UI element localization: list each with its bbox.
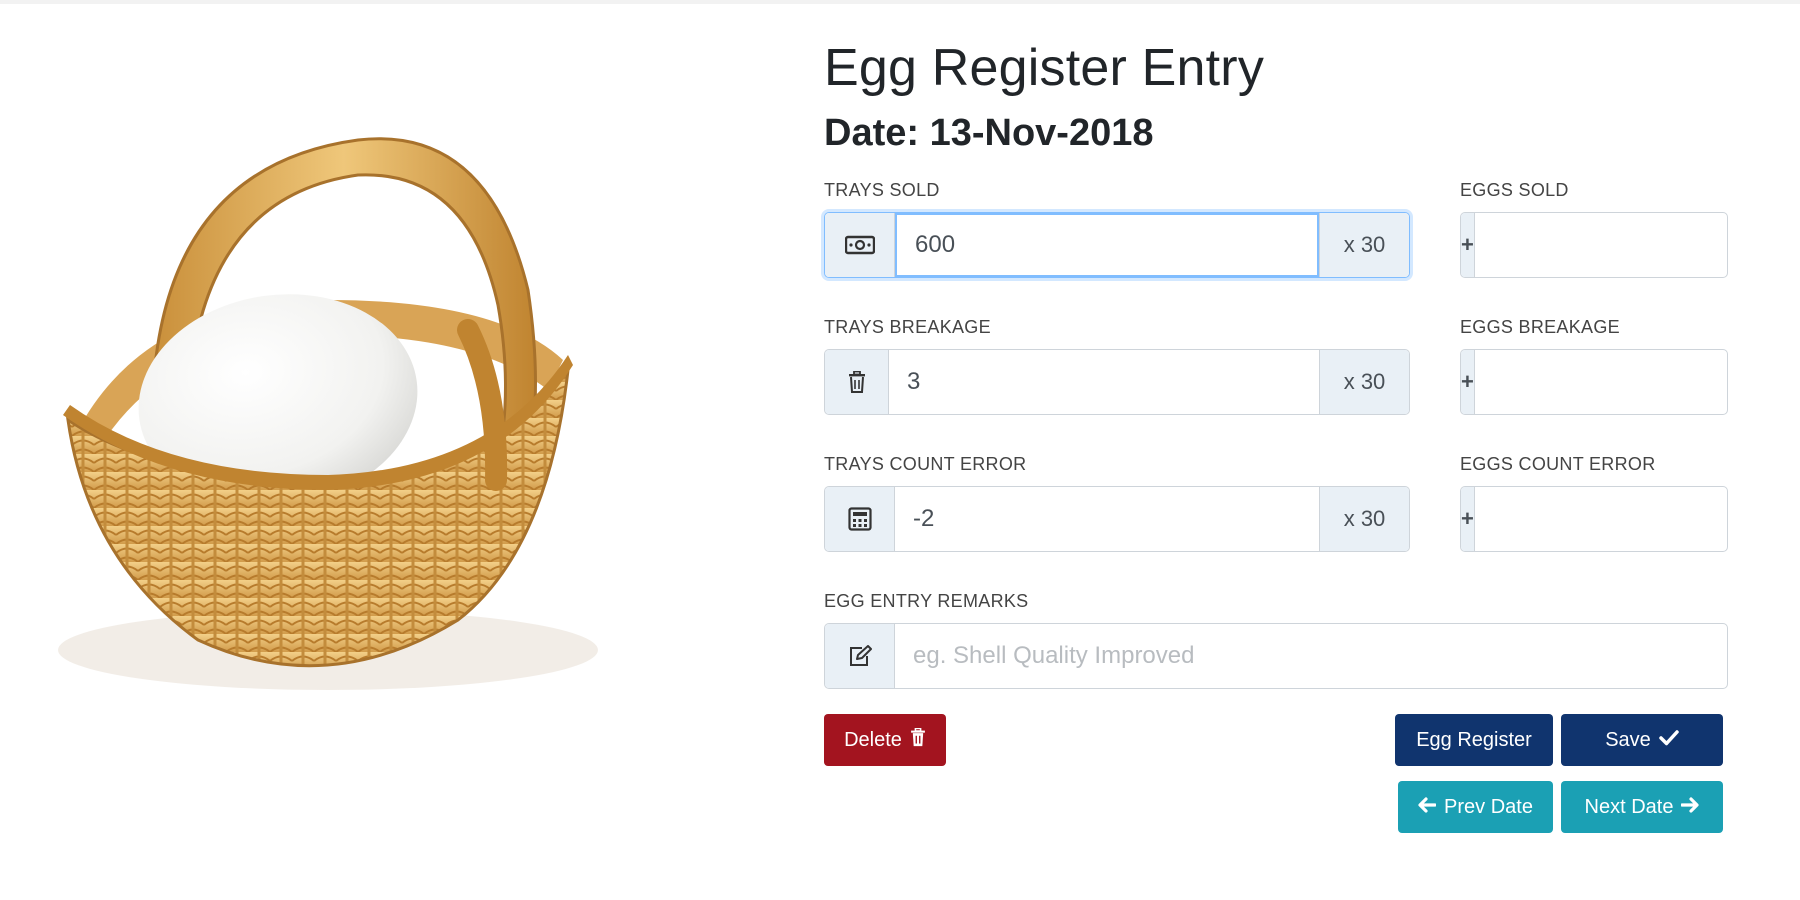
edit-icon bbox=[825, 624, 895, 688]
trash-icon bbox=[825, 350, 889, 414]
trays-sold-input[interactable] bbox=[895, 213, 1319, 277]
next-date-button[interactable]: Next Date bbox=[1561, 781, 1723, 833]
trays-breakage-multiplier: x 30 bbox=[1319, 350, 1409, 414]
trays-breakage-input[interactable] bbox=[889, 350, 1319, 414]
trays-count-error-input[interactable] bbox=[895, 487, 1319, 551]
entry-date: Date: 13-Nov-2018 bbox=[824, 112, 1154, 154]
checkmark-icon bbox=[1659, 729, 1679, 752]
save-button-label: Save bbox=[1605, 728, 1651, 751]
remarks-group bbox=[824, 623, 1728, 689]
trays-count-error-group: x 30 bbox=[824, 486, 1410, 552]
trays-breakage-label: TRAYS BREAKAGE bbox=[824, 317, 991, 337]
eggs-breakage-input[interactable] bbox=[1474, 350, 1727, 414]
save-button[interactable]: Save bbox=[1561, 714, 1723, 766]
plus-icon: + bbox=[1461, 350, 1475, 414]
trays-count-error-multiplier: x 30 bbox=[1319, 487, 1409, 551]
trash-icon bbox=[910, 727, 926, 753]
egg-register-button-label: Egg Register bbox=[1416, 728, 1532, 751]
eggs-sold-label: EGGS SOLD bbox=[1460, 180, 1569, 200]
delete-button-label: Delete bbox=[844, 728, 902, 751]
eggs-sold-input[interactable] bbox=[1474, 213, 1727, 277]
remarks-input[interactable] bbox=[895, 624, 1727, 688]
plus-icon: + bbox=[1461, 213, 1475, 277]
remarks-label: EGG ENTRY REMARKS bbox=[824, 591, 1029, 611]
trays-breakage-group: x 30 bbox=[824, 349, 1410, 415]
eggs-count-error-input[interactable] bbox=[1474, 487, 1727, 551]
trays-sold-multiplier: x 30 bbox=[1319, 213, 1409, 277]
plus-icon: + bbox=[1461, 487, 1475, 551]
egg-register-button[interactable]: Egg Register bbox=[1395, 714, 1553, 766]
delete-button[interactable]: Delete bbox=[824, 714, 946, 766]
page-title: Egg Register Entry bbox=[824, 39, 1265, 97]
trays-count-error-label: TRAYS COUNT ERROR bbox=[824, 454, 1027, 474]
eggs-count-error-group: + bbox=[1460, 486, 1728, 552]
arrow-right-icon bbox=[1680, 796, 1700, 819]
eggs-sold-group: + bbox=[1460, 212, 1728, 278]
money-icon bbox=[825, 213, 895, 277]
eggs-breakage-group: + bbox=[1460, 349, 1728, 415]
eggs-count-error-label: EGGS COUNT ERROR bbox=[1460, 454, 1656, 474]
trays-sold-label: TRAYS SOLD bbox=[824, 180, 940, 200]
arrow-left-icon bbox=[1418, 796, 1437, 819]
prev-date-button[interactable]: Prev Date bbox=[1398, 781, 1553, 833]
egg-basket-image bbox=[28, 130, 598, 700]
trays-sold-group: x 30 bbox=[824, 212, 1410, 278]
prev-date-button-label: Prev Date bbox=[1444, 795, 1533, 818]
calculator-icon bbox=[825, 487, 895, 551]
next-date-button-label: Next Date bbox=[1584, 795, 1674, 818]
top-border bbox=[0, 0, 1800, 4]
eggs-breakage-label: EGGS BREAKAGE bbox=[1460, 317, 1620, 337]
